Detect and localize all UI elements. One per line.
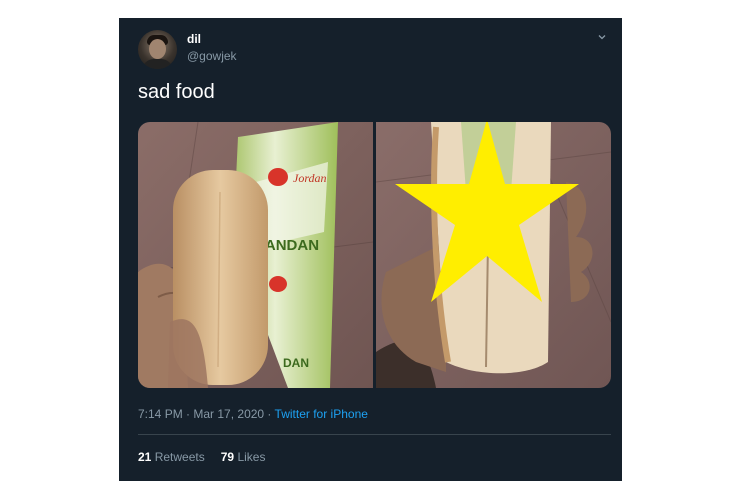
likes-count: 79 xyxy=(220,450,235,464)
photo-bread-opened[interactable] xyxy=(376,122,611,388)
meta-separator: · xyxy=(182,407,194,421)
divider xyxy=(138,434,611,435)
tweet-timestamp: 7:14 PM · Mar 17, 2020 · Twitter for iPh… xyxy=(138,407,368,421)
avatar-shirt xyxy=(142,59,173,69)
chevron-down-icon[interactable] xyxy=(597,32,607,42)
user-display-name[interactable]: dil xyxy=(187,32,201,46)
photo-bread-and-packet[interactable]: Jordan PANDAN DAN xyxy=(138,122,373,388)
tweet-card: dil @gowjek sad food Jordan PANDAN DAN 7… xyxy=(119,18,622,481)
likes-stat[interactable]: 79 Likes xyxy=(221,450,266,464)
tweet-text: sad food xyxy=(138,81,215,103)
retweets-label: Retweets xyxy=(154,450,205,464)
user-handle[interactable]: @gowjek xyxy=(187,49,237,63)
tweet-stats: 21 Retweets 79 Likes xyxy=(138,450,265,464)
packet-flavor-text-cut: DAN xyxy=(283,356,309,370)
tweet-date[interactable]: Mar 17, 2020 xyxy=(193,407,264,421)
avatar-face xyxy=(149,39,166,59)
tweet-media[interactable]: Jordan PANDAN DAN xyxy=(138,122,611,388)
tweet-time[interactable]: 7:14 PM xyxy=(138,407,183,421)
likes-label: Likes xyxy=(237,450,266,464)
retweets-stat[interactable]: 21 Retweets xyxy=(138,450,205,464)
meta-separator: · xyxy=(264,407,275,421)
avatar[interactable] xyxy=(138,30,177,69)
retweets-count: 21 xyxy=(138,450,152,464)
packet-brand-text: Jordan xyxy=(293,171,327,185)
tweet-source-link[interactable]: Twitter for iPhone xyxy=(275,407,368,421)
